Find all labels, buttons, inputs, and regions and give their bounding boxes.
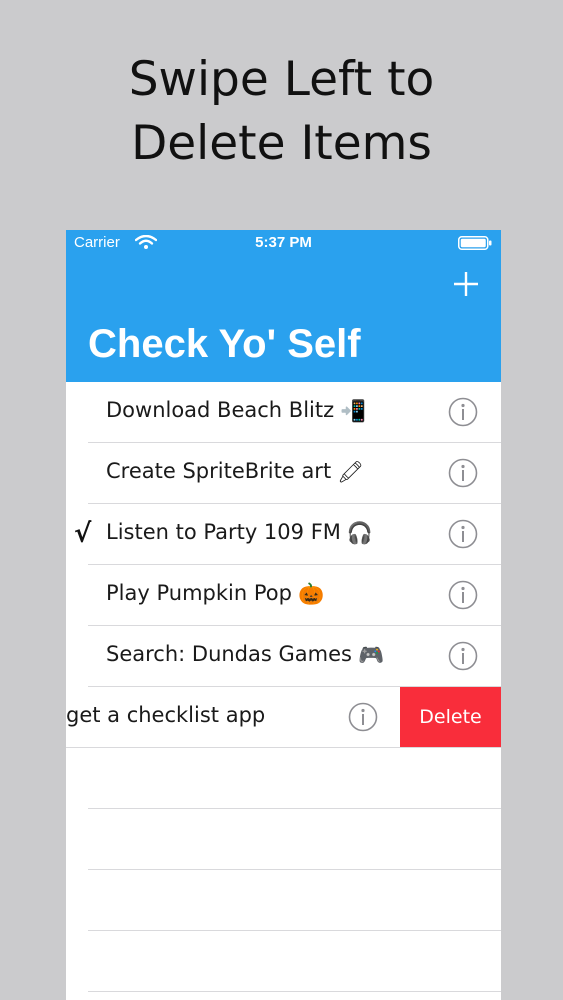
game-controller-icon: 🎮: [357, 642, 385, 667]
delete-button[interactable]: Delete: [400, 687, 501, 748]
crayon-icon: 🖍: [337, 459, 364, 484]
checklist-row[interactable]: Play Pumpkin Pop 🎃: [66, 565, 501, 626]
empty-row: [66, 748, 501, 809]
checklist-item-label: Play Pumpkin Pop 🎃: [106, 581, 324, 607]
empty-row: [66, 870, 501, 931]
status-bar: Carrier 5:37 PM: [66, 230, 501, 256]
checklist-row-swiped[interactable]: get a checklist app Delete: [66, 687, 501, 748]
page-title: Check Yo' Self: [88, 322, 361, 366]
checklist-row[interactable]: Download Beach Blitz 📲: [66, 382, 501, 443]
info-icon[interactable]: [348, 702, 378, 732]
status-time: 5:37 PM: [255, 234, 312, 251]
item-text: Download Beach Blitz: [106, 398, 335, 422]
checkmark-icon: √: [74, 519, 92, 549]
item-text: Listen to Party 109 FM: [106, 520, 341, 544]
caption-line-2: Delete Items: [131, 116, 432, 171]
checklist-item-label: Search: Dundas Games 🎮: [106, 642, 384, 668]
checklist-row[interactable]: Search: Dundas Games 🎮: [66, 626, 501, 687]
checklist-row[interactable]: Create SpriteBrite art 🖍: [66, 443, 501, 504]
jack-o-lantern-icon: 🎃: [297, 581, 325, 606]
info-icon[interactable]: [448, 641, 478, 671]
mobile-phone-arrow-icon: 📲: [340, 398, 367, 423]
item-text: Search: Dundas Games: [106, 642, 352, 666]
info-icon[interactable]: [448, 519, 478, 549]
item-text: Create SpriteBrite art: [106, 459, 332, 483]
checklist-item-label: Download Beach Blitz 📲: [106, 398, 366, 424]
checklist-row[interactable]: √ Listen to Party 109 FM 🎧: [66, 504, 501, 565]
promo-caption: Swipe Left to Delete Items: [0, 48, 563, 176]
checklist-item-label: Listen to Party 109 FM 🎧: [106, 520, 373, 546]
checklist-table: Download Beach Blitz 📲 Create SpriteBrite…: [66, 382, 501, 992]
checklist-item-label: Create SpriteBrite art 🖍: [106, 459, 364, 485]
battery-icon: [458, 236, 492, 250]
caption-line-1: Swipe Left to: [128, 52, 435, 107]
empty-row: [66, 931, 501, 992]
checklist-item-label: get a checklist app: [66, 703, 266, 727]
phone-screen: Carrier 5:37 PM Check Yo' Self Download …: [66, 230, 501, 1000]
info-icon[interactable]: [448, 580, 478, 610]
navigation-bar: Carrier 5:37 PM Check Yo' Self: [66, 230, 501, 382]
item-text: Play Pumpkin Pop: [106, 581, 292, 605]
add-item-plus-icon[interactable]: [452, 270, 480, 298]
info-icon[interactable]: [448, 397, 478, 427]
info-icon[interactable]: [448, 458, 478, 488]
headphones-icon: 🎧: [346, 520, 374, 545]
empty-row: [66, 809, 501, 870]
